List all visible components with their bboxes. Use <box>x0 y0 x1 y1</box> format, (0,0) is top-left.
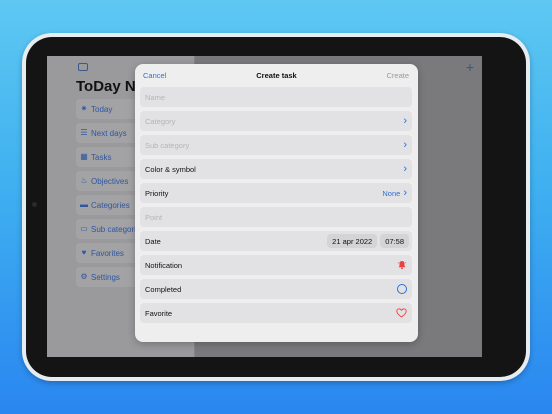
tray-icon: ▭ <box>80 224 88 233</box>
date-row: Date 21 apr 2022 07:58 <box>140 231 412 251</box>
completed-label: Completed <box>145 284 182 294</box>
sun-icon: ✷ <box>80 104 88 113</box>
camera-icon <box>32 202 37 207</box>
date-picker[interactable]: 21 apr 2022 <box>327 234 378 248</box>
sidebar-item-label: Today <box>91 104 113 114</box>
name-placeholder: Name <box>145 92 166 102</box>
list-icon: ☰ <box>80 128 88 137</box>
chevron-right-icon: › <box>403 163 407 175</box>
create-button[interactable]: Create <box>386 71 409 80</box>
modal-header: Cancel Create task Create <box>135 64 418 86</box>
category-field[interactable]: Category › <box>140 111 412 131</box>
circle-checkbox-icon[interactable] <box>397 284 407 294</box>
sidebar-item-label: Favorites <box>91 248 124 258</box>
modal-title: Create task <box>256 71 297 80</box>
priority-row[interactable]: Priority None › <box>140 183 412 203</box>
color-symbol-row[interactable]: Color & symbol › <box>140 159 412 179</box>
heart-icon: ♥ <box>81 248 87 257</box>
points-placeholder: Point <box>145 212 163 222</box>
date-label: Date <box>145 236 161 246</box>
sidebar-item-label: Tasks <box>91 152 112 162</box>
subcategory-field[interactable]: Sub category › <box>140 135 412 155</box>
favorite-label: Favorite <box>145 308 173 318</box>
heart-outline-icon[interactable] <box>396 308 407 318</box>
sidebar-item-label: Settings <box>91 272 120 282</box>
color-symbol-label: Color & symbol <box>145 164 196 174</box>
gear-icon: ⚙ <box>80 272 88 281</box>
category-placeholder: Category <box>145 116 176 126</box>
sidebar-item-label: Categories <box>91 200 130 210</box>
points-field[interactable]: Point <box>140 207 412 227</box>
notification-label: Notification <box>145 260 183 270</box>
priority-value: None <box>382 188 401 198</box>
notification-row[interactable]: Notification <box>140 255 412 275</box>
name-field[interactable]: Name <box>140 87 412 107</box>
sidebar-item-label: Next days <box>91 128 127 138</box>
create-task-modal: Cancel Create task Create Name Category … <box>135 64 418 342</box>
favorite-row[interactable]: Favorite <box>140 303 412 323</box>
flame-icon: ♨ <box>80 176 88 185</box>
subcategory-placeholder: Sub category <box>145 140 190 150</box>
sidebar-toggle-icon[interactable] <box>78 63 88 71</box>
plus-icon[interactable]: + <box>466 59 474 75</box>
sidebar-item-label: Objectives <box>91 176 129 186</box>
calendar-icon: ▦ <box>80 152 88 161</box>
sidebar-item-label: Sub categorie <box>91 224 141 234</box>
folder-icon: ▬ <box>80 200 88 209</box>
time-picker[interactable]: 07:58 <box>380 234 409 248</box>
bell-icon[interactable] <box>397 260 407 270</box>
chevron-right-icon: › <box>403 139 407 151</box>
chevron-right-icon: › <box>403 187 407 199</box>
priority-label: Priority <box>145 188 169 198</box>
completed-row[interactable]: Completed <box>140 279 412 299</box>
chevron-right-icon: › <box>403 115 407 127</box>
